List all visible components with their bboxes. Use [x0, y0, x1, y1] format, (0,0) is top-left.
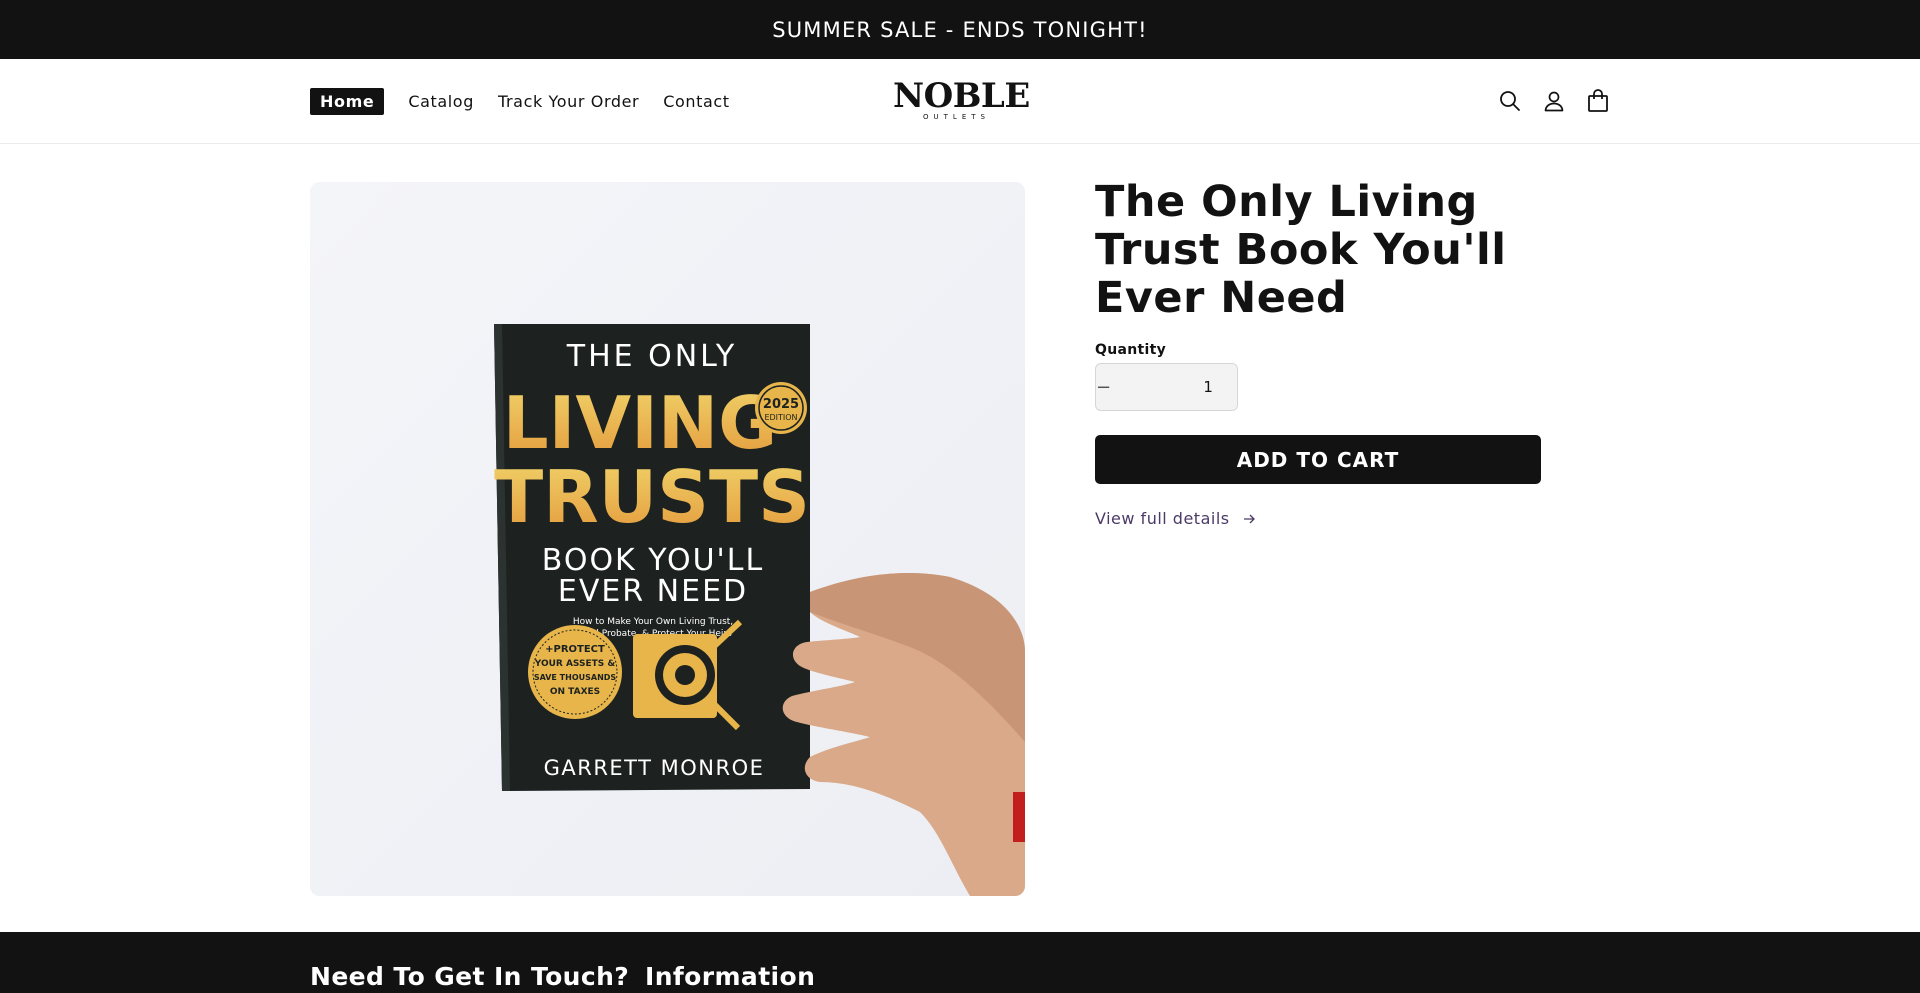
quantity-label: Quantity — [1095, 342, 1166, 358]
cover-line-3: TRUSTS — [494, 455, 810, 539]
cover-line-4: BOOK YOU'LL — [542, 543, 764, 578]
nav-track-order[interactable]: Track Your Order — [498, 88, 639, 115]
cart-icon[interactable] — [1586, 86, 1610, 116]
arrow-right-icon — [1243, 514, 1255, 523]
cover-line-1: THE ONLY — [566, 339, 737, 374]
header-icons — [1498, 86, 1610, 116]
site-footer: Need To Get In Touch? Information — [0, 932, 1920, 993]
product-image[interactable]: THE ONLY LIVING TRUSTS BOOK YOU'LL EVER … — [310, 182, 1025, 896]
cover-author: GARRETT MONROE — [544, 756, 765, 780]
seal-line-1: +PROTECT — [545, 644, 605, 655]
quantity-decrease-button[interactable]: − — [1096, 364, 1111, 410]
main-nav: Home Catalog Track Your Order Contact — [310, 59, 730, 144]
cover-line-5: EVER NEED — [558, 574, 748, 609]
nav-home[interactable]: Home — [310, 88, 385, 115]
badge-year: 2025 — [763, 397, 799, 412]
cover-subtitle-1: How to Make Your Own Living Trust, — [573, 617, 733, 627]
account-icon[interactable] — [1542, 86, 1566, 116]
product-info: The Only Living Trust Book You'll Ever N… — [1095, 178, 1555, 528]
search-icon[interactable] — [1498, 86, 1522, 116]
announcement-text: SUMMER SALE - ENDS TONIGHT! — [772, 17, 1148, 42]
nav-contact[interactable]: Contact — [663, 88, 729, 115]
seal-line-3: SAVE THOUSANDS — [534, 673, 617, 682]
nav-catalog[interactable]: Catalog — [408, 88, 474, 115]
product-title: The Only Living Trust Book You'll Ever N… — [1095, 177, 1507, 323]
logo-main-text: NOBLE — [893, 76, 1030, 116]
quantity-input[interactable] — [1111, 364, 1237, 410]
announcement-bar: SUMMER SALE - ENDS TONIGHT! — [0, 0, 1920, 59]
badge-edition: EDITION — [764, 413, 797, 422]
seal-line-4: ON TAXES — [550, 687, 600, 697]
footer-heading-information: Information — [645, 962, 816, 991]
site-header: Home Catalog Track Your Order Contact NO… — [0, 59, 1920, 144]
book-cover: THE ONLY LIVING TRUSTS BOOK YOU'LL EVER … — [494, 324, 810, 791]
view-full-details-label: View full details — [1095, 509, 1230, 528]
seal-line-2: YOUR ASSETS & — [534, 659, 616, 669]
store-logo[interactable]: NOBLE OUTLETS — [893, 76, 1030, 125]
add-to-cart-button[interactable]: ADD TO CART — [1095, 435, 1541, 484]
view-full-details-link[interactable]: View full details — [1095, 509, 1555, 528]
quantity-stepper: − + — [1095, 363, 1238, 411]
footer-heading-contact: Need To Get In Touch? — [310, 962, 630, 991]
cover-line-2: LIVING — [503, 381, 778, 465]
